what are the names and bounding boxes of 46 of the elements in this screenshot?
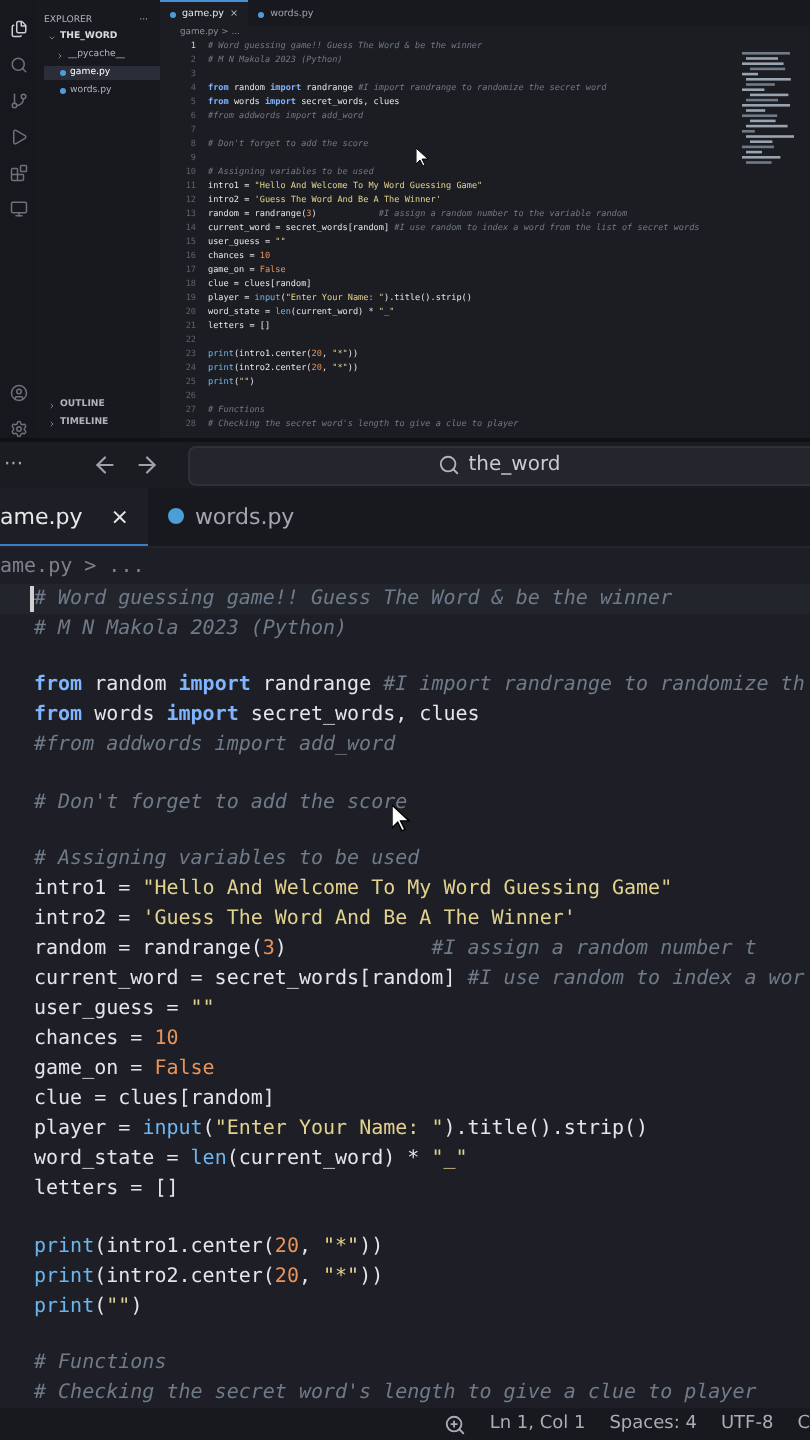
code-line: intro2 = 'Guess The Word And Be A The Winner': [34, 906, 576, 935]
more-icon[interactable]: ···: [4, 454, 24, 476]
code-line: letters = []: [34, 1176, 179, 1205]
code-line: # Checking the secret word's length to give a clue to player: [34, 1380, 757, 1408]
code-line: # M N Makola 2023 (Python): [34, 616, 348, 644]
extensions-icon[interactable]: [9, 164, 27, 182]
mouse-pointer-icon: [416, 148, 430, 166]
editor-tab[interactable]: words.py: [148, 488, 315, 546]
search-icon: [438, 454, 461, 476]
code-line: intro1 = "Hello And Welcome To My Word Guessing Game": [34, 876, 673, 905]
code-line: current_word = secret_words[random] #I use random to index a wor: [34, 966, 805, 995]
settings-icon[interactable]: [9, 420, 27, 438]
code-line: random = randrange(3) #I assign a random number t: [34, 936, 757, 965]
back-arrow-icon[interactable]: [91, 452, 118, 478]
status-item[interactable]: C: [797, 1414, 810, 1434]
branch-icon[interactable]: [9, 92, 27, 110]
code-line: # Functions: [34, 1350, 167, 1379]
run-icon[interactable]: [9, 128, 27, 146]
status-item[interactable]: Ln 1, Col 1: [489, 1414, 586, 1434]
code-line: player = input("Enter Your Name: ").title().strip(): [34, 1116, 649, 1145]
text-cursor: [30, 586, 34, 612]
code-line: print(intro2.center(20, "*")): [34, 1263, 384, 1292]
account-icon[interactable]: [9, 384, 27, 402]
code-line: #from addwords import add_word: [34, 732, 396, 761]
files-icon[interactable]: [9, 20, 27, 38]
status-item[interactable]: Spaces: 4: [609, 1414, 697, 1434]
code-line: print(intro1.center(20, "*")): [34, 1233, 384, 1262]
code-line: game_on = False: [34, 1056, 215, 1085]
code-line: clue = clues[random]: [34, 1086, 275, 1115]
code-line: # Word guessing game!! Guess The Word & be the winner: [34, 586, 673, 614]
code-line: word_state = len(current_word) * "_": [34, 1146, 468, 1175]
search-icon[interactable]: [9, 56, 27, 74]
code-line: chances = 10: [34, 1026, 179, 1055]
zoom-icon[interactable]: [443, 1413, 466, 1435]
status-item[interactable]: UTF-8: [720, 1414, 774, 1434]
monitor-icon[interactable]: [9, 200, 27, 218]
code-line: # Don't forget to add the score: [34, 789, 408, 818]
breadcrumb[interactable]: ame.py > ...: [0, 548, 810, 584]
search-field[interactable]: the_word: [187, 445, 810, 485]
forward-arrow-icon[interactable]: [133, 452, 160, 478]
code-line: from random import randrange #I import randrange to randomize th: [34, 671, 805, 701]
code-line: from words import secret_words, clues: [34, 701, 480, 731]
editor-tab[interactable]: ame.py ×: [0, 488, 149, 546]
code-line: # Assigning variables to be used: [34, 846, 420, 875]
code-line: user_guess = "": [34, 996, 215, 1025]
code-line: print(""): [34, 1293, 143, 1322]
